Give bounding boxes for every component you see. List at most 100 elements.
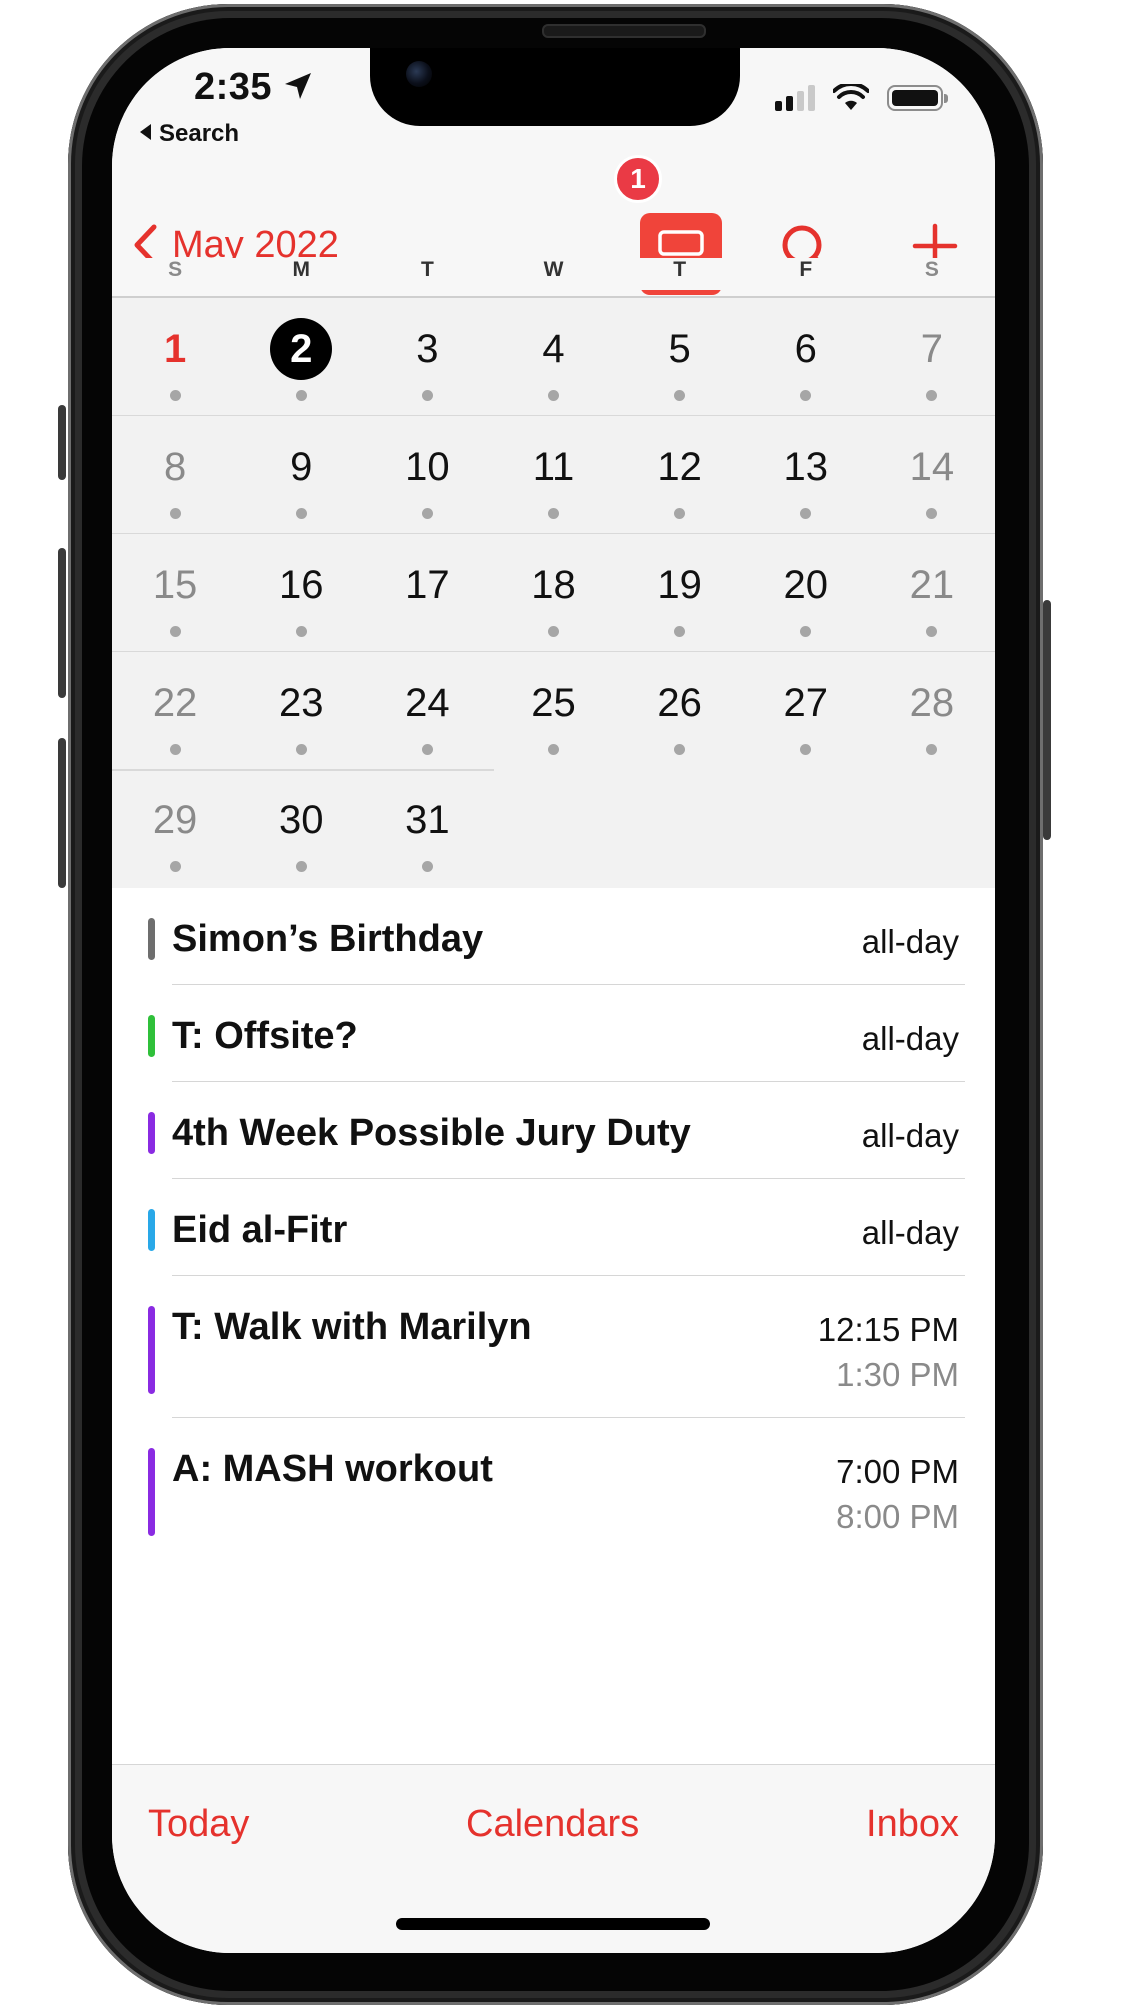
event-row[interactable]: T: Walk with Marilyn 12:15 PM 1:30 PM [112, 1276, 995, 1418]
event-row[interactable]: Eid al-Fitr all-day [112, 1179, 995, 1276]
event-dot [295, 508, 307, 519]
day-number: 10 [405, 445, 450, 489]
week-row: 1 2 3 4 5 6 7 [112, 298, 995, 416]
day-cell[interactable]: 27 [743, 652, 869, 769]
event-dot [421, 390, 433, 401]
event-end-time: 1:30 PM [836, 1356, 959, 1393]
day-number: 2 [270, 318, 333, 380]
weekday-label: S [168, 258, 183, 281]
event-dot [926, 390, 938, 401]
day-cell[interactable]: 28 [869, 652, 995, 769]
day-number: 9 [290, 445, 313, 489]
day-cell[interactable]: 21 [869, 534, 995, 651]
event-time: all-day [861, 1214, 959, 1251]
event-dot [674, 508, 686, 519]
day-cell[interactable]: 25 [490, 652, 616, 769]
day-cell[interactable]: 12 [617, 416, 743, 533]
notch [370, 48, 740, 126]
front-camera [406, 61, 432, 87]
day-cell[interactable]: 8 [112, 416, 238, 533]
day-number: 27 [783, 681, 829, 725]
weekday-label: T [673, 258, 687, 281]
day-cell-selected[interactable]: 2 [238, 298, 364, 415]
day-cell[interactable]: 18 [490, 534, 616, 651]
empty-day-cell [617, 769, 743, 886]
day-cell[interactable]: 24 [364, 652, 490, 769]
event-dot [926, 508, 938, 519]
event-list: Simon’s Birthday all-day T: Offsite? all… [112, 888, 995, 1560]
event-dot [169, 861, 181, 872]
day-cell[interactable]: 9 [238, 416, 364, 533]
day-cell[interactable]: 17 [364, 534, 490, 651]
day-cell[interactable]: 31 [364, 769, 490, 886]
event-row[interactable]: 4th Week Possible Jury Duty all-day [112, 1082, 995, 1179]
event-dot [421, 744, 433, 755]
back-to-app-link[interactable]: Search [140, 120, 239, 148]
day-number: 4 [542, 327, 565, 371]
event-title: A: MASH workout [172, 1448, 493, 1490]
day-number: 15 [152, 563, 198, 607]
event-row[interactable]: A: MASH workout 7:00 PM 8:00 PM [112, 1418, 995, 1560]
day-number: 6 [794, 327, 817, 371]
week-row: 29 30 31 [112, 769, 995, 886]
volume-up-button [58, 548, 66, 698]
event-dot [547, 744, 559, 755]
day-cell[interactable]: 19 [617, 534, 743, 651]
event-dot [295, 626, 307, 637]
day-cell[interactable]: 4 [490, 298, 616, 415]
day-number: 3 [416, 327, 439, 371]
location-arrow-icon [285, 73, 311, 99]
day-cell[interactable]: 13 [743, 416, 869, 533]
day-cell[interactable]: 10 [364, 416, 490, 533]
event-dot [926, 626, 938, 637]
weekday-header: S M T W T F S [112, 258, 995, 290]
event-dot [169, 744, 181, 755]
inbox-button[interactable]: Inbox [866, 1803, 959, 1846]
calendars-button[interactable]: Calendars [466, 1803, 639, 1846]
event-dot [169, 508, 181, 519]
event-time: all-day [861, 1117, 959, 1154]
day-cell[interactable]: 7 [869, 298, 995, 415]
day-cell[interactable]: 14 [869, 416, 995, 533]
event-row[interactable]: Simon’s Birthday all-day [112, 888, 995, 985]
battery-icon [887, 85, 948, 111]
day-cell[interactable]: 15 [112, 534, 238, 651]
today-button[interactable]: Today [148, 1803, 249, 1846]
day-cell[interactable]: 26 [617, 652, 743, 769]
day-cell[interactable]: 23 [238, 652, 364, 769]
month-grid: 1 2 3 4 5 6 7 8 9 10 11 12 13 14 15 16 1… [112, 298, 995, 888]
day-cell[interactable]: 20 [743, 534, 869, 651]
weekday-label: F [799, 258, 813, 281]
event-title: T: Walk with Marilyn [172, 1306, 532, 1348]
week-row: 22 23 24 25 26 27 28 [112, 652, 995, 769]
day-number: 28 [909, 681, 955, 725]
volume-down-button [58, 738, 66, 888]
day-number: 21 [909, 563, 955, 607]
day-number: 24 [405, 681, 450, 725]
weekday-label: W [543, 258, 564, 281]
day-cell[interactable]: 11 [490, 416, 616, 533]
status-icons [775, 84, 948, 112]
empty-day-cell [869, 769, 995, 886]
event-row[interactable]: T: Offsite? all-day [112, 985, 995, 1082]
empty-day-cell [490, 769, 616, 886]
day-cell[interactable]: 16 [238, 534, 364, 651]
day-cell[interactable]: 6 [743, 298, 869, 415]
event-dot [800, 744, 812, 755]
silent-switch [58, 405, 66, 480]
event-title: 4th Week Possible Jury Duty [172, 1112, 691, 1154]
power-button [1043, 600, 1051, 840]
day-cell[interactable]: 3 [364, 298, 490, 415]
day-cell[interactable]: 30 [238, 769, 364, 886]
day-cell[interactable]: 29 [112, 769, 238, 886]
event-end-time: 8:00 PM [836, 1498, 959, 1535]
day-cell[interactable]: 22 [112, 652, 238, 769]
event-dot [295, 390, 307, 401]
event-dot [674, 390, 686, 401]
event-dot [674, 626, 686, 637]
day-number: 8 [163, 445, 187, 489]
screen: 2:35 Search May 2022 1 S M T W T F S 1 2… [112, 48, 995, 1953]
day-cell[interactable]: 5 [617, 298, 743, 415]
home-indicator[interactable] [396, 1918, 710, 1930]
day-cell[interactable]: 1 [112, 298, 238, 415]
